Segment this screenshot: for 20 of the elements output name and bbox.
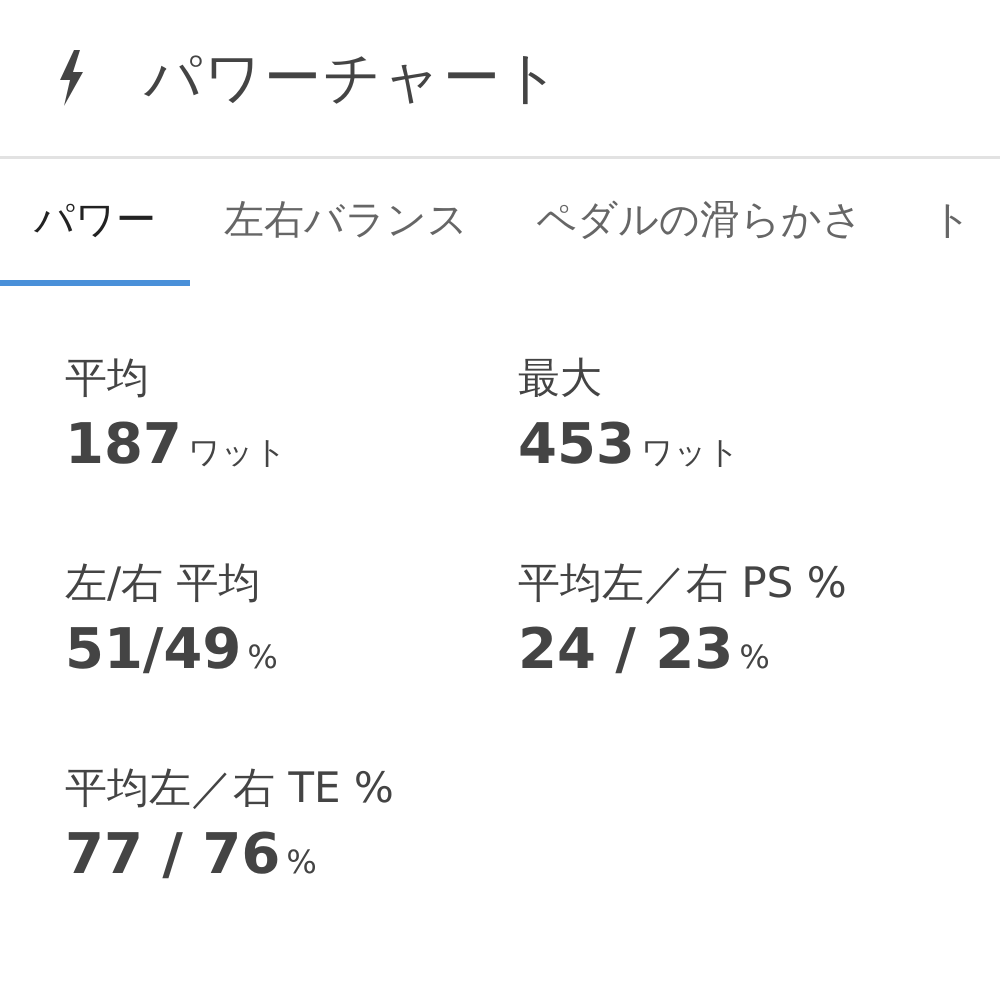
stat-label: 平均 <box>65 352 150 404</box>
stat-value: 51/49 <box>65 617 242 682</box>
stat-unit: % <box>739 638 770 676</box>
stat-unit: % <box>247 638 278 676</box>
stat-label: 平均左／右 TE % <box>65 762 395 814</box>
stat-unit: % <box>286 843 317 881</box>
stat-label: 左/右 平均 <box>65 557 262 609</box>
tab[interactable]: ペダルの滑らかさ <box>502 159 897 286</box>
stat-label: 最大 <box>518 352 603 404</box>
stat-value: 187 <box>65 412 182 477</box>
stat-unit: ワット <box>188 432 287 473</box>
stat-value: 77 / 76 <box>65 822 280 887</box>
tab[interactable]: 左右バランス <box>190 159 502 286</box>
stat-value: 24 / 23 <box>518 617 734 682</box>
tab[interactable]: パワー <box>0 159 190 286</box>
stat-value: 453 <box>518 412 635 477</box>
tab[interactable]: ト <box>897 159 1000 286</box>
stat-unit: ワット <box>640 432 740 473</box>
page-title: パワーチャート <box>144 44 562 112</box>
stat-label: 平均左／右 PS % <box>518 557 848 609</box>
